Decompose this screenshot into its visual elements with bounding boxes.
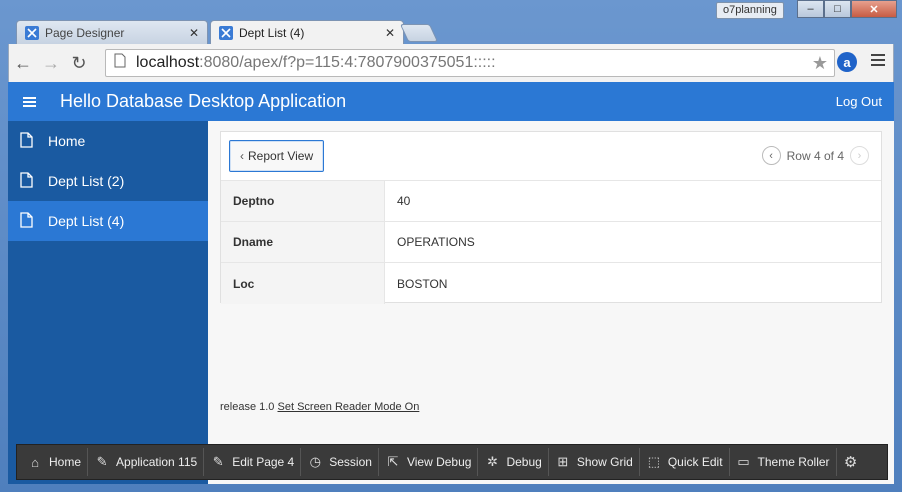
- document-icon: [20, 211, 38, 231]
- bug-icon: ✲: [486, 454, 498, 469]
- table-row: Deptno 40: [221, 181, 881, 222]
- main-content: ‹ Report View ‹ Row 4 of 4 › Deptno 40 D…: [208, 121, 894, 484]
- field-value: BOSTON: [397, 276, 448, 291]
- dev-item-label: Theme Roller: [757, 455, 830, 469]
- dev-quick-edit-button[interactable]: ⬚ Quick Edit: [640, 448, 730, 476]
- app-title: Hello Database Desktop Application: [60, 91, 347, 111]
- extension-icon[interactable]: a: [837, 52, 857, 72]
- dev-item-label: Debug: [506, 455, 542, 469]
- reload-icon[interactable]: ↻: [65, 53, 93, 74]
- field-label: Deptno: [221, 181, 385, 221]
- sidebar-item-home[interactable]: Home: [8, 121, 208, 161]
- dev-item-label: Home: [49, 455, 82, 469]
- clock-icon: ◷: [309, 454, 321, 469]
- sidebar-nav: Home Dept List (2) Dept List (4): [8, 121, 208, 484]
- dev-application-button[interactable]: ✎ Application 115: [88, 448, 205, 476]
- report-view-label: Report View: [248, 149, 314, 163]
- dev-item-label: View Debug: [406, 455, 472, 469]
- page-icon: [114, 53, 128, 73]
- tab-label: Page Designer: [45, 25, 125, 40]
- field-label: Loc: [221, 263, 385, 304]
- dev-show-grid-button[interactable]: ⊞ Show Grid: [549, 448, 640, 476]
- dev-settings-button[interactable]: ⚙: [837, 448, 865, 476]
- apex-application: Hello Database Desktop Application Log O…: [8, 82, 894, 484]
- apex-favicon-icon: [219, 26, 233, 40]
- url-host: localhost: [136, 54, 200, 71]
- row-pager: ‹ Row 4 of 4 ›: [761, 146, 869, 165]
- dev-item-label: Edit Page 4: [232, 455, 295, 469]
- dev-session-button[interactable]: ◷ Session: [301, 448, 379, 476]
- table-row: Loc BOSTON: [221, 263, 881, 304]
- table-row: Dname OPERATIONS: [221, 222, 881, 263]
- address-bar[interactable]: localhost:8080/apex/f?p=115:4:7807900375…: [105, 49, 835, 77]
- document-icon: [20, 171, 38, 191]
- dev-view-debug-button[interactable]: ⇱ View Debug: [379, 448, 479, 476]
- back-arrow-icon[interactable]: ←: [9, 53, 37, 74]
- edit-icon: ✎: [96, 454, 108, 469]
- browser-menu-icon[interactable]: [871, 54, 885, 69]
- home-icon: ⌂: [31, 454, 39, 470]
- sidebar-item-label: Dept List (4): [48, 213, 125, 229]
- sidebar-item-label: Home: [48, 133, 86, 149]
- field-value: OPERATIONS: [397, 235, 475, 249]
- profile-badge[interactable]: o7planning: [716, 2, 784, 19]
- view-debug-icon: ⇱: [387, 454, 399, 469]
- dev-item-label: Application 115: [116, 455, 198, 469]
- tab-close-icon[interactable]: ✕: [385, 26, 395, 40]
- pager-text: Row 4 of 4: [786, 148, 844, 163]
- next-row-icon[interactable]: ›: [850, 146, 869, 165]
- maximize-button[interactable]: □: [824, 0, 851, 18]
- dev-edit-page-button[interactable]: ✎ Edit Page 4: [204, 448, 302, 476]
- chevron-left-icon: ‹: [240, 149, 244, 163]
- logout-link[interactable]: Log Out: [836, 94, 882, 109]
- forward-arrow-icon[interactable]: →: [37, 53, 65, 74]
- dev-theme-roller-button[interactable]: ▭ Theme Roller: [730, 448, 837, 476]
- region-header: ‹ Report View ‹ Row 4 of 4 ›: [221, 132, 881, 181]
- dev-item-label: Quick Edit: [667, 455, 723, 469]
- tab-dept-list[interactable]: Dept List (4) ✕: [210, 20, 404, 45]
- page-footer: release 1.0 Set Screen Reader Mode On: [220, 401, 419, 413]
- browser-toolbar: ← → ↻ localhost:8080/apex/f?p=115:4:7807…: [8, 44, 894, 82]
- tab-close-icon[interactable]: ✕: [189, 26, 199, 40]
- app-header: Hello Database Desktop Application Log O…: [8, 82, 894, 121]
- tab-page-designer[interactable]: Page Designer ✕: [16, 20, 208, 44]
- field-value: 40: [397, 194, 411, 208]
- paint-roller-icon: ▭: [737, 454, 750, 469]
- developer-toolbar: ⌂ Home ✎ Application 115 ✎ Edit Page 4 ◷ Ses…: [16, 444, 888, 480]
- browser-window: Page Designer ✕ Dept List (4) ✕ o7planni…: [0, 0, 902, 492]
- document-icon: [20, 131, 38, 151]
- gear-icon: ⚙: [843, 454, 858, 471]
- tab-label: Dept List (4): [239, 26, 305, 40]
- previous-row-icon[interactable]: ‹: [761, 146, 781, 165]
- dev-debug-button[interactable]: ✲ Debug: [478, 448, 549, 476]
- dev-item-label: Session: [329, 455, 372, 469]
- bookmark-star-icon[interactable]: ★: [812, 53, 828, 74]
- sidebar-item-dept-list-2[interactable]: Dept List (2): [8, 161, 208, 201]
- dev-item-label: Show Grid: [576, 455, 633, 469]
- grid-icon: ⊞: [557, 454, 569, 469]
- release-text: release 1.0: [220, 401, 275, 413]
- navigation-toggle-icon[interactable]: [8, 95, 50, 109]
- tab-strip: Page Designer ✕ Dept List (4) ✕ o7planni…: [0, 0, 902, 45]
- record-region: ‹ Report View ‹ Row 4 of 4 › Deptno 40 D…: [220, 131, 882, 304]
- minimize-button[interactable]: –: [797, 0, 824, 18]
- report-view-button[interactable]: ‹ Report View: [229, 140, 325, 172]
- new-tab-button[interactable]: [399, 24, 439, 42]
- window-controls: – □ ✕: [797, 0, 897, 18]
- edit-icon: ✎: [212, 454, 224, 469]
- sidebar-item-label: Dept List (2): [48, 173, 125, 189]
- screen-reader-mode-link[interactable]: Set Screen Reader Mode On: [278, 401, 420, 413]
- sidebar-item-dept-list-4[interactable]: Dept List (4): [8, 201, 208, 241]
- url-path: :8080/apex/f?p=115:4:7807900375051:::::: [199, 54, 496, 71]
- cursor-icon: ⬚: [647, 454, 660, 469]
- dev-home-button[interactable]: ⌂ Home: [21, 448, 89, 476]
- apex-favicon-icon: [25, 25, 39, 40]
- close-window-button[interactable]: ✕: [851, 0, 897, 18]
- field-label: Dname: [221, 222, 385, 262]
